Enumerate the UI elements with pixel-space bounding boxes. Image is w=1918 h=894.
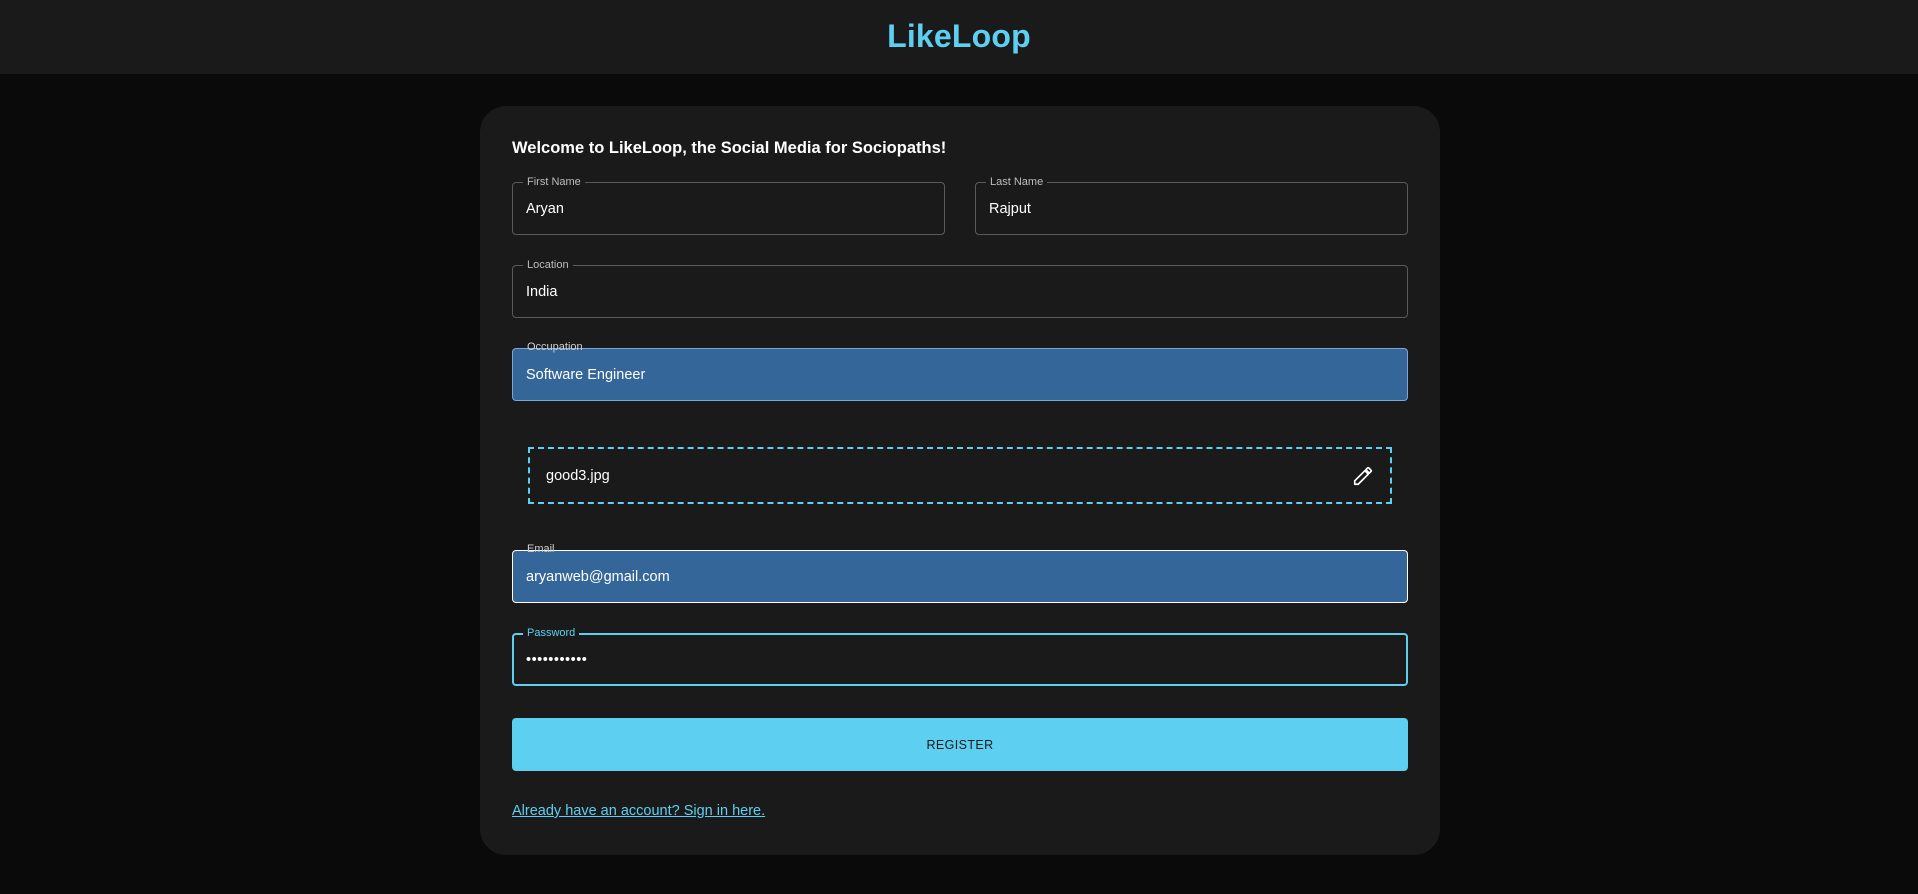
password-field[interactable]: Password — [512, 626, 1408, 686]
first-name-field[interactable]: First Name — [512, 175, 945, 235]
password-input[interactable] — [514, 635, 1406, 684]
pencil-icon[interactable] — [1352, 465, 1374, 487]
last-name-input[interactable] — [976, 183, 1407, 234]
location-field[interactable]: Location — [512, 258, 1408, 318]
brand-logo[interactable]: LikeLoop — [887, 18, 1031, 55]
last-name-field[interactable]: Last Name — [975, 175, 1408, 235]
picture-file-name: good3.jpg — [546, 468, 610, 484]
email-input[interactable] — [513, 551, 1407, 602]
occupation-input[interactable] — [513, 349, 1407, 400]
welcome-heading: Welcome to LikeLoop, the Social Media fo… — [512, 139, 947, 157]
register-button[interactable]: REGISTER — [512, 718, 1408, 771]
first-name-input[interactable] — [513, 183, 944, 234]
location-input[interactable] — [513, 266, 1407, 317]
picture-dropzone[interactable]: good3.jpg — [528, 447, 1392, 504]
sign-in-link[interactable]: Already have an account? Sign in here. — [512, 803, 765, 819]
register-card: Welcome to LikeLoop, the Social Media fo… — [480, 106, 1440, 855]
email-field[interactable]: Email — [512, 543, 1408, 603]
top-bar: LikeLoop — [0, 0, 1918, 74]
occupation-field[interactable]: Occupation — [512, 341, 1408, 401]
